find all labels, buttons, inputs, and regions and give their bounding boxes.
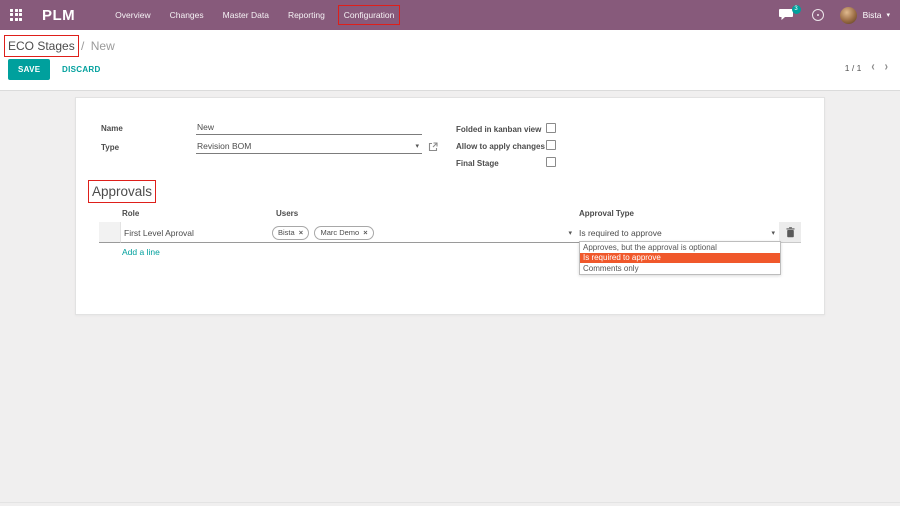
allow-apply-changes-label: Allow to apply changes [456, 142, 545, 151]
delete-row-button[interactable] [779, 222, 801, 243]
user-tag: Bista × [272, 226, 309, 240]
folded-kanban-checkbox[interactable] [546, 123, 556, 133]
approval-type-dropdown: Approves, but the approval is optional I… [579, 241, 781, 275]
menu-changes[interactable]: Changes [167, 8, 207, 22]
remove-tag-icon[interactable]: × [299, 228, 303, 237]
chevron-down-icon[interactable]: ▾ [415, 142, 419, 150]
pager-counter: 1 / 1 [845, 63, 862, 73]
trash-icon [786, 227, 795, 238]
content-area: Name New Type Revision BOM ▾ Folded in k… [0, 91, 900, 506]
row-drag-handle[interactable] [99, 222, 121, 243]
app-title: PLM [42, 7, 75, 24]
type-select[interactable]: Revision BOM ▾ [196, 140, 422, 154]
menu-overview[interactable]: Overview [112, 8, 153, 22]
form-sheet: Name New Type Revision BOM ▾ Folded in k… [75, 97, 825, 315]
approval-type-value: Is required to approve [579, 228, 662, 238]
activities-clock-icon[interactable] [812, 9, 824, 21]
discard-button[interactable]: DISCARD [56, 59, 107, 80]
allow-apply-changes-checkbox[interactable] [546, 140, 556, 150]
type-label: Type [101, 143, 119, 152]
chevron-down-icon[interactable]: ▾ [771, 229, 775, 237]
message-count-badge: 3 [792, 5, 801, 14]
column-header-approval-type: Approval Type [579, 209, 634, 218]
control-panel: ECO Stages / New SAVE DISCARD 1 / 1 ‹ › [0, 30, 900, 91]
folded-kanban-label: Folded in kanban view [456, 125, 541, 134]
dropdown-option-comments[interactable]: Comments only [580, 263, 780, 274]
user-tag: Marc Demo × [314, 226, 373, 240]
menu-master-data[interactable]: Master Data [220, 8, 272, 22]
name-input[interactable]: New [196, 121, 422, 135]
menu-reporting[interactable]: Reporting [285, 8, 328, 22]
save-button[interactable]: SAVE [8, 59, 50, 80]
dropdown-option-required[interactable]: Is required to approve [580, 253, 780, 264]
user-tag-label: Marc Demo [320, 228, 359, 237]
user-tag-label: Bista [278, 228, 295, 237]
breadcrumb-eco-stages[interactable]: ECO Stages [8, 39, 75, 53]
chevron-down-icon[interactable]: ▾ [568, 229, 572, 237]
pager-next-icon[interactable]: › [885, 62, 888, 75]
dropdown-option-optional[interactable]: Approves, but the approval is optional [580, 242, 780, 253]
menu-configuration[interactable]: Configuration [341, 8, 398, 22]
pager: 1 / 1 ‹ › [845, 63, 888, 73]
breadcrumb-current: New [91, 39, 115, 53]
column-header-role: Role [122, 209, 139, 218]
role-cell[interactable]: First Level Aproval [121, 222, 269, 243]
approval-type-select[interactable]: Is required to approve ▾ [576, 222, 779, 243]
external-link-icon[interactable] [428, 142, 438, 152]
breadcrumb: ECO Stages / New [8, 39, 115, 53]
final-stage-label: Final Stage [456, 159, 499, 168]
remove-tag-icon[interactable]: × [363, 228, 367, 237]
user-avatar[interactable] [840, 7, 857, 24]
topbar-right: 3 Bista ▾ [779, 0, 900, 30]
approvals-section-title: Approvals [92, 184, 152, 199]
type-select-value: Revision BOM [197, 141, 251, 151]
chevron-down-icon: ▾ [886, 11, 890, 19]
main-menu: Overview Changes Master Data Reporting C… [112, 8, 397, 22]
name-label: Name [101, 124, 123, 133]
plm-eco-stage-form-screen: PLM Overview Changes Master Data Reporti… [0, 0, 900, 506]
topbar: PLM Overview Changes Master Data Reporti… [0, 0, 900, 30]
column-header-users: Users [276, 209, 298, 218]
user-menu[interactable]: Bista [863, 10, 882, 20]
users-cell[interactable]: Bista × Marc Demo × ▾ [269, 222, 576, 243]
apps-grid-icon[interactable] [10, 9, 24, 22]
add-a-line-link[interactable]: Add a line [122, 247, 160, 257]
final-stage-checkbox[interactable] [546, 157, 556, 167]
pager-previous-icon[interactable]: ‹ [871, 62, 874, 75]
breadcrumb-separator: / [81, 39, 84, 53]
messages-icon[interactable]: 3 [779, 8, 795, 22]
